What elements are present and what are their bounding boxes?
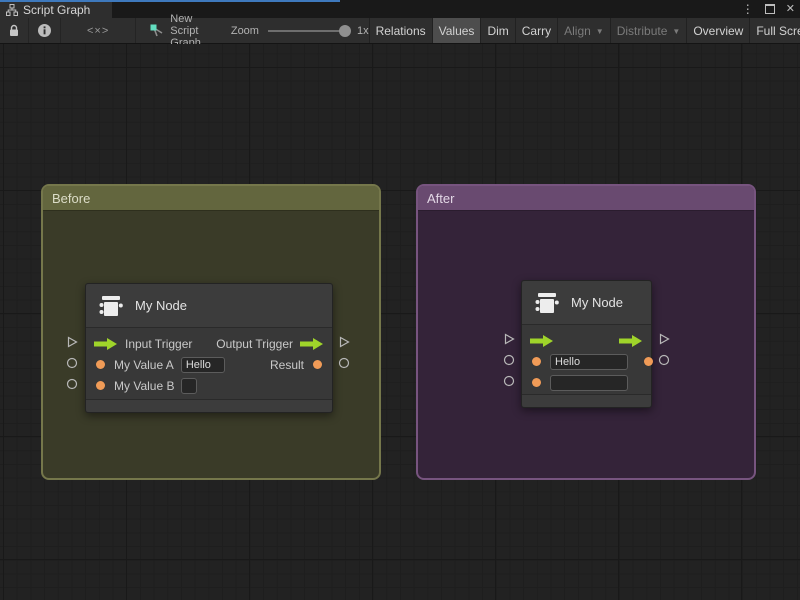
port-label: Result [270, 358, 304, 372]
port-row [522, 330, 651, 351]
value-output-port[interactable] [338, 356, 350, 368]
code-preview-button[interactable]: <×> [61, 18, 136, 43]
group-after-header[interactable]: After [418, 186, 754, 211]
node-my-node-before[interactable]: My Node Input Trigger Output Trigger My … [85, 283, 333, 413]
unit-icon [98, 293, 124, 319]
overview-button[interactable]: Overview [686, 18, 749, 43]
graph-toolbar: <×> New Script Graph Zoom 1x Relations V… [0, 18, 800, 44]
code-icon: <×> [87, 25, 109, 37]
flow-output-arrow-icon[interactable] [619, 335, 643, 347]
node-header[interactable]: My Node [522, 281, 651, 325]
tab-label: Script Graph [23, 3, 90, 17]
window-controls: ⋮ ✕ [742, 1, 795, 17]
relations-button[interactable]: Relations [369, 18, 432, 43]
port-row [522, 351, 651, 372]
full-screen-button[interactable]: Full Screen [749, 18, 800, 43]
group-before-header[interactable]: Before [43, 186, 379, 211]
group-title: Before [52, 191, 90, 206]
chevron-down-icon: ▼ [596, 27, 604, 36]
lock-button[interactable] [0, 18, 29, 43]
zoom-value: 1x [357, 25, 369, 37]
port-label: My Value B [114, 379, 174, 393]
node-title: My Node [571, 295, 623, 310]
value-input-dot-icon[interactable] [532, 357, 541, 366]
port-label: Output Trigger [216, 337, 293, 351]
flow-input-arrow-icon[interactable] [530, 335, 554, 347]
hierarchy-icon [6, 4, 18, 16]
unit-icon [534, 290, 560, 316]
node-footer [86, 399, 332, 412]
flow-input-port[interactable] [503, 332, 515, 344]
zoom-control: Zoom 1x [231, 25, 369, 37]
dim-button[interactable]: Dim [480, 18, 514, 43]
node-header[interactable]: My Node [86, 284, 332, 328]
node-my-node-after[interactable]: My Node [521, 280, 652, 408]
port-row: Input Trigger Output Trigger [86, 333, 332, 354]
lock-icon [8, 24, 20, 37]
inspect-button[interactable] [29, 18, 61, 43]
value-input-port[interactable] [66, 356, 78, 368]
value-input-port[interactable] [503, 374, 515, 386]
chevron-down-icon: ▼ [672, 27, 680, 36]
value-a-input[interactable] [181, 357, 225, 373]
tab-script-graph[interactable]: Script Graph [0, 2, 112, 18]
distribute-dropdown[interactable]: Distribute ▼ [610, 18, 687, 43]
toolbar-toggle-group: Relations Values Dim Carry Align ▼ Distr… [369, 18, 800, 43]
port-row [522, 372, 651, 393]
port-label: Input Trigger [125, 337, 192, 351]
graph-canvas[interactable]: Before After My Node [0, 44, 800, 600]
script-graph-icon [150, 24, 164, 37]
flow-output-port[interactable] [658, 332, 670, 344]
maximize-icon[interactable] [765, 4, 775, 14]
value-output-dot-icon[interactable] [313, 360, 322, 369]
value-a-input[interactable] [550, 354, 628, 370]
carry-button[interactable]: Carry [515, 18, 557, 43]
value-input-dot-icon[interactable] [96, 360, 105, 369]
values-button[interactable]: Values [432, 18, 481, 43]
value-input-port[interactable] [503, 353, 515, 365]
port-row: My Value B [86, 375, 332, 396]
value-output-dot-icon[interactable] [644, 357, 653, 366]
flow-input-arrow-icon[interactable] [94, 338, 118, 350]
close-icon[interactable]: ✕ [786, 4, 795, 15]
node-ports-area [522, 325, 651, 394]
port-row: My Value A Result [86, 354, 332, 375]
port-label: My Value A [114, 358, 174, 372]
align-dropdown[interactable]: Align ▼ [557, 18, 610, 43]
window-menu-icon[interactable]: ⋮ [742, 3, 754, 15]
zoom-slider[interactable] [268, 30, 348, 32]
value-input-dot-icon[interactable] [532, 378, 541, 387]
node-ports-area: Input Trigger Output Trigger My Value A … [86, 328, 332, 399]
zoom-label: Zoom [231, 25, 259, 37]
node-title: My Node [135, 298, 187, 313]
flow-output-arrow-icon[interactable] [300, 338, 324, 350]
value-b-input[interactable] [550, 375, 628, 391]
flow-input-port[interactable] [66, 335, 78, 347]
value-input-port[interactable] [66, 377, 78, 389]
info-icon [37, 23, 52, 38]
zoom-slider-handle[interactable] [339, 25, 351, 37]
value-b-input[interactable] [181, 378, 197, 394]
value-input-dot-icon[interactable] [96, 381, 105, 390]
value-output-port[interactable] [658, 353, 670, 365]
node-footer [522, 394, 651, 407]
flow-output-port[interactable] [338, 335, 350, 347]
tab-bar: Script Graph ⋮ ✕ [0, 0, 800, 18]
group-title: After [427, 191, 454, 206]
